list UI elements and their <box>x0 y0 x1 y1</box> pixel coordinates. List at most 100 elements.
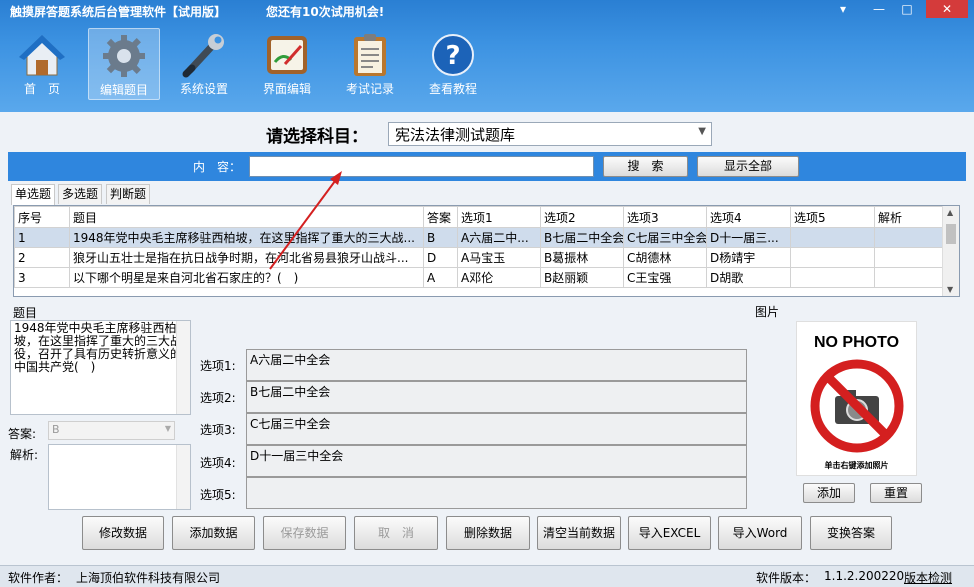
table-cell: 1948年党中央毛主席移驻西柏坡，在这里指挥了重大的三大战... <box>70 228 424 248</box>
tool-tutorial[interactable]: ? 查看教程 <box>417 28 489 100</box>
question-textarea[interactable]: 1948年党中央毛主席移驻西柏坡，在这里指挥了重大的三大战役，召开了具有历史转折… <box>10 320 191 415</box>
search-button[interactable]: 搜 索 <box>603 156 688 177</box>
table-cell: 1 <box>15 228 70 248</box>
table-cell <box>875 248 943 268</box>
no-photo-icon <box>809 358 905 454</box>
option3-field[interactable]: C七届三中全会 <box>246 413 747 445</box>
search-label: 内 容： <box>193 158 241 175</box>
option3-label: 选项3: <box>200 421 236 438</box>
annotation-arrow <box>260 165 350 275</box>
tool-edit-questions[interactable]: 编辑题目 <box>88 28 160 100</box>
tab-single-choice[interactable]: 单选题 <box>11 184 55 205</box>
tab-multi-choice[interactable]: 多选题 <box>58 184 102 204</box>
wrench-icon <box>180 32 228 78</box>
delete-data-button[interactable]: 删除数据 <box>446 516 530 550</box>
column-header[interactable]: 选项5 <box>791 207 875 228</box>
grid-scrollbar[interactable]: ▲ ▼ <box>942 206 959 296</box>
tool-exam-records[interactable]: 考试记录 <box>334 28 406 100</box>
question-grid[interactable]: 序号 题目 答案 选项1 选项2 选项3 选项4 选项5 解析 1 1948年党… <box>13 205 960 297</box>
subject-select[interactable]: 宪法法律测试题库 ▼ <box>388 122 712 146</box>
tool-system-settings-label: 系统设置 <box>168 80 240 97</box>
table-cell: C王宝强 <box>624 268 707 288</box>
option4-label: 选项4: <box>200 454 236 471</box>
question-scrollbar[interactable] <box>176 321 190 414</box>
table-cell: A <box>424 268 458 288</box>
app-title: 触摸屏答题系统后台管理软件【试用版】 <box>10 3 226 20</box>
author-label: 软件作者： <box>8 569 68 586</box>
column-header[interactable]: 答案 <box>424 207 458 228</box>
add-photo-button[interactable]: 添加 <box>803 483 855 503</box>
table-cell: 狼牙山五壮士是指在抗日战争时期，在河北省易县狼牙山战斗... <box>70 248 424 268</box>
close-button[interactable]: ✕ <box>926 0 968 18</box>
column-header[interactable]: 选项4 <box>707 207 791 228</box>
scroll-up-icon[interactable]: ▲ <box>947 208 953 217</box>
table-row[interactable]: 2 狼牙山五壮士是指在抗日战争时期，在河北省易县狼牙山战斗... D A马宝玉 … <box>15 248 943 268</box>
trial-notice: 您还有10次试用机会! <box>266 3 384 20</box>
option1-label: 选项1: <box>200 357 236 374</box>
version-check-link[interactable]: 版本检测 <box>904 569 952 586</box>
tool-ui-edit[interactable]: 界面编辑 <box>251 28 323 100</box>
question-label: 题目 <box>13 304 37 321</box>
photo-area[interactable]: NO PHOTO 单击右键添加照片 <box>796 321 917 476</box>
menu-dropdown-button[interactable]: ▾ <box>826 0 860 18</box>
column-header[interactable]: 题目 <box>70 207 424 228</box>
scroll-down-icon[interactable]: ▼ <box>947 285 953 294</box>
option5-label: 选项5: <box>200 486 236 503</box>
column-header[interactable]: 序号 <box>15 207 70 228</box>
cancel-button[interactable]: 取 消 <box>354 516 438 550</box>
table-cell: 2 <box>15 248 70 268</box>
chevron-down-icon: ▼ <box>165 424 171 433</box>
clipboard-icon <box>346 32 394 78</box>
import-excel-button[interactable]: 导入EXCEL <box>628 516 711 550</box>
image-label: 图片 <box>755 303 779 320</box>
column-header[interactable]: 选项3 <box>624 207 707 228</box>
table-cell: D十一届三... <box>707 228 791 248</box>
add-data-button[interactable]: 添加数据 <box>172 516 255 550</box>
answer-select[interactable]: B ▼ <box>48 421 175 440</box>
paint-icon <box>263 32 311 78</box>
scroll-thumb[interactable] <box>946 224 956 244</box>
tab-true-false[interactable]: 判断题 <box>106 184 150 204</box>
save-data-button[interactable]: 保存数据 <box>263 516 346 550</box>
author-name: 上海顶伯软件科技有限公司 <box>76 569 220 586</box>
analysis-scrollbar[interactable] <box>176 445 190 509</box>
import-word-button[interactable]: 导入Word <box>718 516 802 550</box>
table-cell: D胡歌 <box>707 268 791 288</box>
modify-data-button[interactable]: 修改数据 <box>82 516 164 550</box>
table-cell <box>875 268 943 288</box>
clear-current-data-button[interactable]: 清空当前数据 <box>537 516 621 550</box>
analysis-textarea[interactable] <box>48 444 191 510</box>
grid-header: 序号 题目 答案 选项1 选项2 选项3 选项4 选项5 解析 <box>15 207 943 228</box>
tool-edit-questions-label: 编辑题目 <box>89 81 159 98</box>
maximize-button[interactable]: □ <box>890 0 924 18</box>
column-header[interactable]: 选项2 <box>541 207 624 228</box>
analysis-label: 解析: <box>10 446 38 463</box>
table-cell: A六届二中... <box>458 228 541 248</box>
subject-label: 请选择科目： <box>266 122 368 147</box>
table-cell <box>791 228 875 248</box>
option1-field[interactable]: A六届二中全会 <box>246 349 747 381</box>
table-cell: D杨靖宇 <box>707 248 791 268</box>
table-cell: A马宝玉 <box>458 248 541 268</box>
option2-field[interactable]: B七届二中全会 <box>246 381 747 413</box>
table-cell: C胡德林 <box>624 248 707 268</box>
column-header[interactable]: 解析 <box>875 207 943 228</box>
table-row[interactable]: 3 以下哪个明星是来自河北省石家庄的？( ) A A邓伦 B赵丽颖 C王宝强 D… <box>15 268 943 288</box>
option2-label: 选项2: <box>200 389 236 406</box>
tool-system-settings[interactable]: 系统设置 <box>168 28 240 100</box>
reset-photo-button[interactable]: 重置 <box>870 483 922 503</box>
tool-exam-records-label: 考试记录 <box>334 80 406 97</box>
option5-field[interactable] <box>246 477 747 509</box>
answer-label: 答案: <box>8 425 36 442</box>
tool-home[interactable]: 首 页 <box>6 28 78 100</box>
table-row[interactable]: 1 1948年党中央毛主席移驻西柏坡，在这里指挥了重大的三大战... B A六届… <box>15 228 943 248</box>
shuffle-answers-button[interactable]: 变换答案 <box>810 516 892 550</box>
option4-field[interactable]: D十一届三中全会 <box>246 445 747 477</box>
column-header[interactable]: 选项1 <box>458 207 541 228</box>
table-cell: D <box>424 248 458 268</box>
version-label: 软件版本： <box>756 569 816 586</box>
version-value: 1.1.2.200220 <box>824 569 904 583</box>
table-cell: A邓伦 <box>458 268 541 288</box>
show-all-button[interactable]: 显示全部 <box>697 156 799 177</box>
table-cell: B赵丽颖 <box>541 268 624 288</box>
